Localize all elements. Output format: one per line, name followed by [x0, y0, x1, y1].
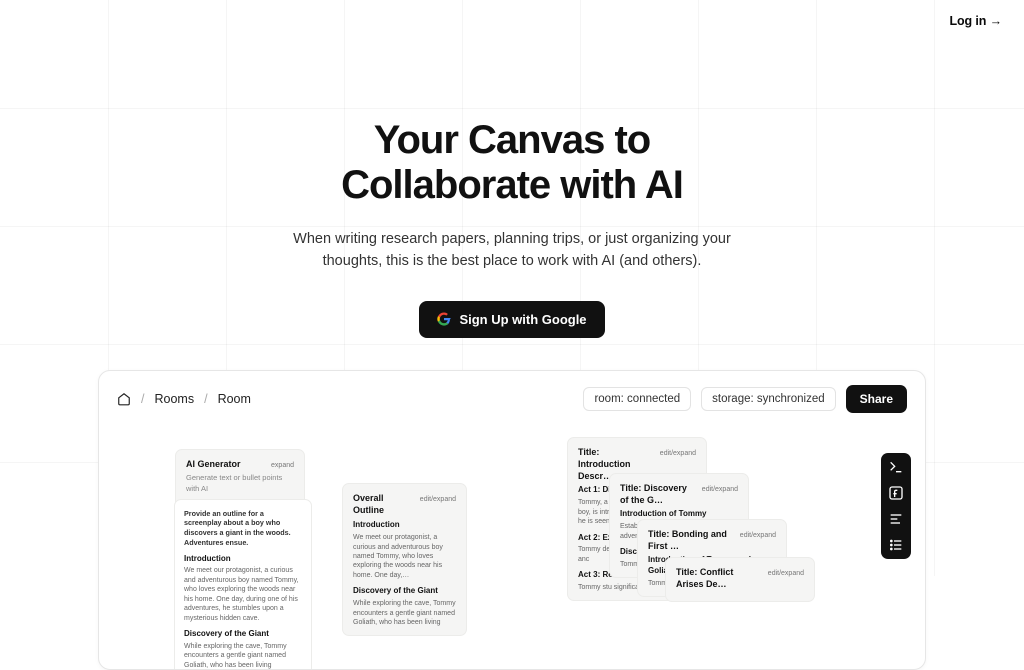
hero-title-line1: Your Canvas to: [374, 118, 650, 162]
card-title: Title: Conflict Arises De…: [676, 566, 762, 590]
share-button[interactable]: Share: [846, 385, 907, 413]
hero-subtitle: When writing research papers, planning t…: [262, 228, 762, 273]
breadcrumb-room[interactable]: Room: [218, 392, 251, 406]
terminal-icon[interactable]: [888, 459, 904, 475]
card-ai-generator[interactable]: AI Generator expand Generate text or bull…: [175, 449, 305, 670]
hero: Your Canvas to Collaborate with AI When …: [0, 0, 1024, 338]
breadcrumb-rooms[interactable]: Rooms: [154, 392, 194, 406]
card-subtitle: Generate text or bullet points with AI: [186, 473, 294, 493]
card-title: Title: Bonding and First …: [648, 528, 734, 552]
status-group: room: connected storage: synchronized Sh…: [583, 385, 907, 413]
section-heading: Introduction: [184, 554, 302, 565]
home-icon[interactable]: [117, 392, 131, 406]
section-heading: Introduction: [353, 520, 456, 531]
section-text: While exploring the cave, Tommy encounte…: [353, 599, 456, 627]
section-heading: Discovery of the Giant: [184, 629, 302, 640]
card-conflict[interactable]: Title: Conflict Arises De… edit/expand: [665, 557, 815, 602]
hero-title-line2: Collaborate with AI: [341, 163, 683, 207]
expand-link[interactable]: expand: [271, 461, 294, 470]
signup-google-label: Sign Up with Google: [459, 312, 586, 327]
section-text: We meet our protagonist, a curious and a…: [353, 533, 456, 580]
card-title: Title: Discovery of the G…: [620, 482, 696, 506]
storage-status-badge: storage: synchronized: [701, 387, 836, 411]
section-heading: Discovery of the Giant: [353, 586, 456, 597]
section-text: While exploring the cave, Tommy encounte…: [184, 642, 302, 670]
section-text: We meet our protagonist, a curious and a…: [184, 566, 302, 623]
app-preview: / Rooms / Room room: connected storage: …: [98, 370, 926, 670]
signup-google-button[interactable]: Sign Up with Google: [419, 301, 604, 338]
breadcrumb: / Rooms / Room: [117, 392, 251, 406]
expand-link[interactable]: edit/expand: [420, 495, 456, 504]
prompt-text: Provide an outline for a screenplay abou…: [184, 509, 302, 548]
preview-header: / Rooms / Room room: connected storage: …: [117, 385, 907, 425]
breadcrumb-sep: /: [204, 392, 207, 406]
google-icon: [437, 312, 451, 326]
hero-title: Your Canvas to Collaborate with AI: [0, 118, 1024, 208]
expand-link[interactable]: edit/expand: [740, 531, 776, 540]
align-left-icon[interactable]: [888, 511, 904, 527]
expand-link[interactable]: edit/expand: [702, 485, 738, 494]
room-status-badge: room: connected: [583, 387, 691, 411]
card-title: Overall Outline: [353, 492, 414, 516]
expand-link[interactable]: edit/expand: [660, 449, 696, 458]
canvas-area[interactable]: AI Generator expand Generate text or bull…: [117, 425, 907, 665]
expand-link[interactable]: edit/expand: [768, 569, 804, 578]
login-link[interactable]: Log in →: [950, 14, 1002, 28]
card-title: AI Generator: [186, 458, 241, 470]
list-icon[interactable]: [888, 537, 904, 553]
function-icon[interactable]: [888, 485, 904, 501]
card-overall-outline[interactable]: Overall Outlineedit/expand Introduction …: [342, 483, 467, 636]
tool-panel: [881, 453, 911, 559]
breadcrumb-sep: /: [141, 392, 144, 406]
